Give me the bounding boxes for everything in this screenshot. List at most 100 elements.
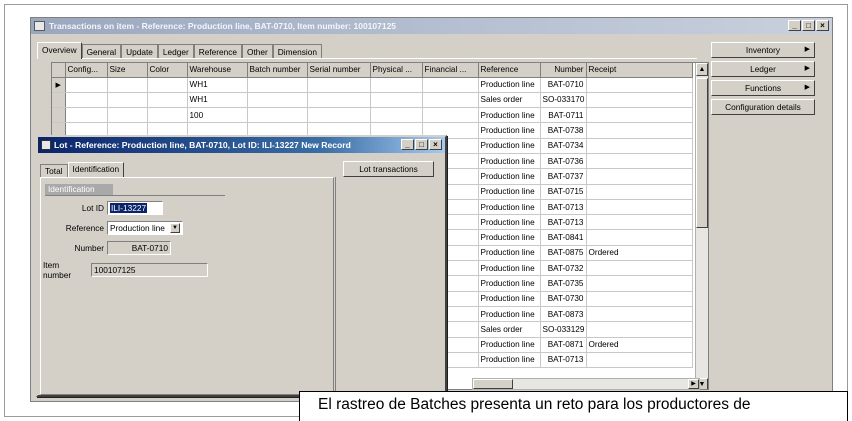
cell-serial-number[interactable] <box>307 92 371 109</box>
cell-reference[interactable]: Production line <box>478 77 541 93</box>
maximize-icon[interactable]: □ <box>415 139 428 150</box>
cell-reference[interactable]: Production line <box>478 168 541 185</box>
cell-number[interactable]: BAT-0737 <box>540 168 587 185</box>
row-selector[interactable] <box>52 107 66 124</box>
column-header-size[interactable]: Size <box>107 63 148 78</box>
column-header-reference[interactable]: Reference <box>478 63 541 78</box>
cell-number[interactable]: BAT-0735 <box>540 275 587 292</box>
cell-receipt[interactable] <box>586 321 693 338</box>
cell-number[interactable]: BAT-0734 <box>540 138 587 154</box>
cell-config[interactable] <box>65 92 108 109</box>
cell-number[interactable]: BAT-0713 <box>540 199 587 216</box>
row-selector[interactable] <box>52 92 66 109</box>
row-selector[interactable]: ▶ <box>52 77 66 93</box>
column-header-color[interactable]: Color <box>147 63 188 78</box>
cell-number[interactable]: BAT-0841 <box>540 229 587 246</box>
cell-number[interactable]: BAT-0715 <box>540 184 587 200</box>
minimize-icon[interactable]: _ <box>401 139 414 150</box>
cell-financial[interactable] <box>422 92 479 109</box>
cell-receipt[interactable] <box>586 168 693 185</box>
number-field[interactable]: BAT-0710 <box>107 241 171 255</box>
functions-button[interactable]: Functions ▶ <box>711 80 815 96</box>
cell-number[interactable]: BAT-0732 <box>540 260 587 277</box>
minimize-icon[interactable]: _ <box>788 20 801 31</box>
column-header-financial[interactable]: Financial ... <box>422 63 479 78</box>
lot-id-field[interactable]: ILI-13227 <box>107 201 163 215</box>
cell-receipt[interactable] <box>586 275 693 292</box>
cell-serial-number[interactable] <box>307 77 371 93</box>
cell-receipt[interactable] <box>586 214 693 231</box>
cell-reference[interactable]: Production line <box>478 138 541 154</box>
cell-reference[interactable]: Production line <box>478 107 541 124</box>
cell-reference[interactable]: Production line <box>478 260 541 277</box>
column-header-warehouse[interactable]: Warehouse <box>187 63 248 78</box>
tab-other[interactable]: Other <box>242 44 273 59</box>
cell-number[interactable]: SO-033129 <box>540 321 587 338</box>
cell-reference[interactable]: Production line <box>478 214 541 231</box>
cell-receipt[interactable] <box>586 199 693 216</box>
close-icon[interactable]: × <box>429 139 442 150</box>
grid-vertical-scrollbar[interactable]: ▲ ▼ <box>695 63 708 389</box>
lot-dialog-titlebar[interactable]: Lot - Reference: Production line, BAT-07… <box>38 137 445 153</box>
transactions-window-titlebar[interactable]: Transactions on item - Reference: Produc… <box>31 18 832 34</box>
cell-number[interactable]: SO-033170 <box>540 92 587 109</box>
scroll-up-icon[interactable]: ▲ <box>696 63 708 76</box>
chevron-down-icon[interactable]: ▼ <box>170 223 180 233</box>
table-row[interactable]: 100 Production line BAT-0711 <box>52 107 693 124</box>
cell-config[interactable] <box>65 107 108 124</box>
cell-color[interactable] <box>147 77 188 93</box>
cell-reference[interactable]: Production line <box>478 352 541 369</box>
cell-reference[interactable]: Production line <box>478 245 541 262</box>
cell-batch-number[interactable] <box>247 92 308 109</box>
cell-reference[interactable]: Production line <box>478 199 541 216</box>
inventory-button[interactable]: Inventory ▶ <box>711 42 815 58</box>
cell-number[interactable]: BAT-0710 <box>540 77 587 93</box>
tab-reference[interactable]: Reference <box>193 44 242 59</box>
column-header-receipt[interactable]: Receipt <box>586 63 693 78</box>
cell-number[interactable]: BAT-0875 <box>540 245 587 262</box>
cell-number[interactable]: BAT-0730 <box>540 291 587 307</box>
scroll-right-icon[interactable]: ▶ <box>688 379 699 389</box>
cell-reference[interactable]: Sales order <box>478 321 541 338</box>
cell-number[interactable]: BAT-0711 <box>540 107 587 124</box>
cell-color[interactable] <box>147 107 188 124</box>
item-number-field[interactable]: 100107125 <box>91 263 208 277</box>
cell-reference[interactable]: Production line <box>478 337 541 353</box>
column-header-serial-number[interactable]: Serial number <box>307 63 371 78</box>
tab-identification[interactable]: Identification <box>67 162 125 178</box>
cell-size[interactable] <box>107 92 148 109</box>
cell-reference[interactable]: Production line <box>478 306 541 323</box>
cell-financial[interactable] <box>422 107 479 124</box>
cell-receipt[interactable] <box>586 92 693 109</box>
cell-config[interactable] <box>65 77 108 93</box>
cell-reference[interactable]: Production line <box>478 291 541 307</box>
cell-physical[interactable] <box>370 77 423 93</box>
cell-receipt[interactable] <box>586 352 693 369</box>
cell-warehouse[interactable]: 100 <box>187 107 248 124</box>
hscroll-thumb[interactable] <box>473 379 513 389</box>
cell-receipt[interactable]: Ordered <box>586 245 693 262</box>
cell-number[interactable]: BAT-0713 <box>540 352 587 369</box>
cell-number[interactable]: BAT-0713 <box>540 214 587 231</box>
cell-receipt[interactable] <box>586 291 693 307</box>
cell-financial[interactable] <box>422 77 479 93</box>
column-header-physical[interactable]: Physical ... <box>370 63 423 78</box>
grid-horizontal-scrollbar[interactable]: ▶ <box>472 378 700 390</box>
column-header-batch-number[interactable]: Batch number <box>247 63 308 78</box>
cell-number[interactable]: BAT-0873 <box>540 306 587 323</box>
cell-reference[interactable]: Production line <box>478 122 541 139</box>
cell-reference[interactable]: Production line <box>478 275 541 292</box>
cell-receipt[interactable] <box>586 107 693 124</box>
table-row[interactable]: ▶ WH1 Production line BAT-0710 <box>52 77 693 93</box>
cell-warehouse[interactable]: WH1 <box>187 77 248 93</box>
cell-receipt[interactable] <box>586 306 693 323</box>
cell-receipt[interactable] <box>586 229 693 246</box>
column-header-number[interactable]: Number <box>540 63 587 78</box>
cell-size[interactable] <box>107 77 148 93</box>
column-header-config[interactable]: Config... <box>65 63 108 78</box>
cell-receipt[interactable]: Ordered <box>586 337 693 353</box>
tab-overview[interactable]: Overview <box>37 42 82 59</box>
close-icon[interactable]: × <box>816 20 829 31</box>
cell-reference[interactable]: Sales order <box>478 92 541 109</box>
cell-batch-number[interactable] <box>247 77 308 93</box>
